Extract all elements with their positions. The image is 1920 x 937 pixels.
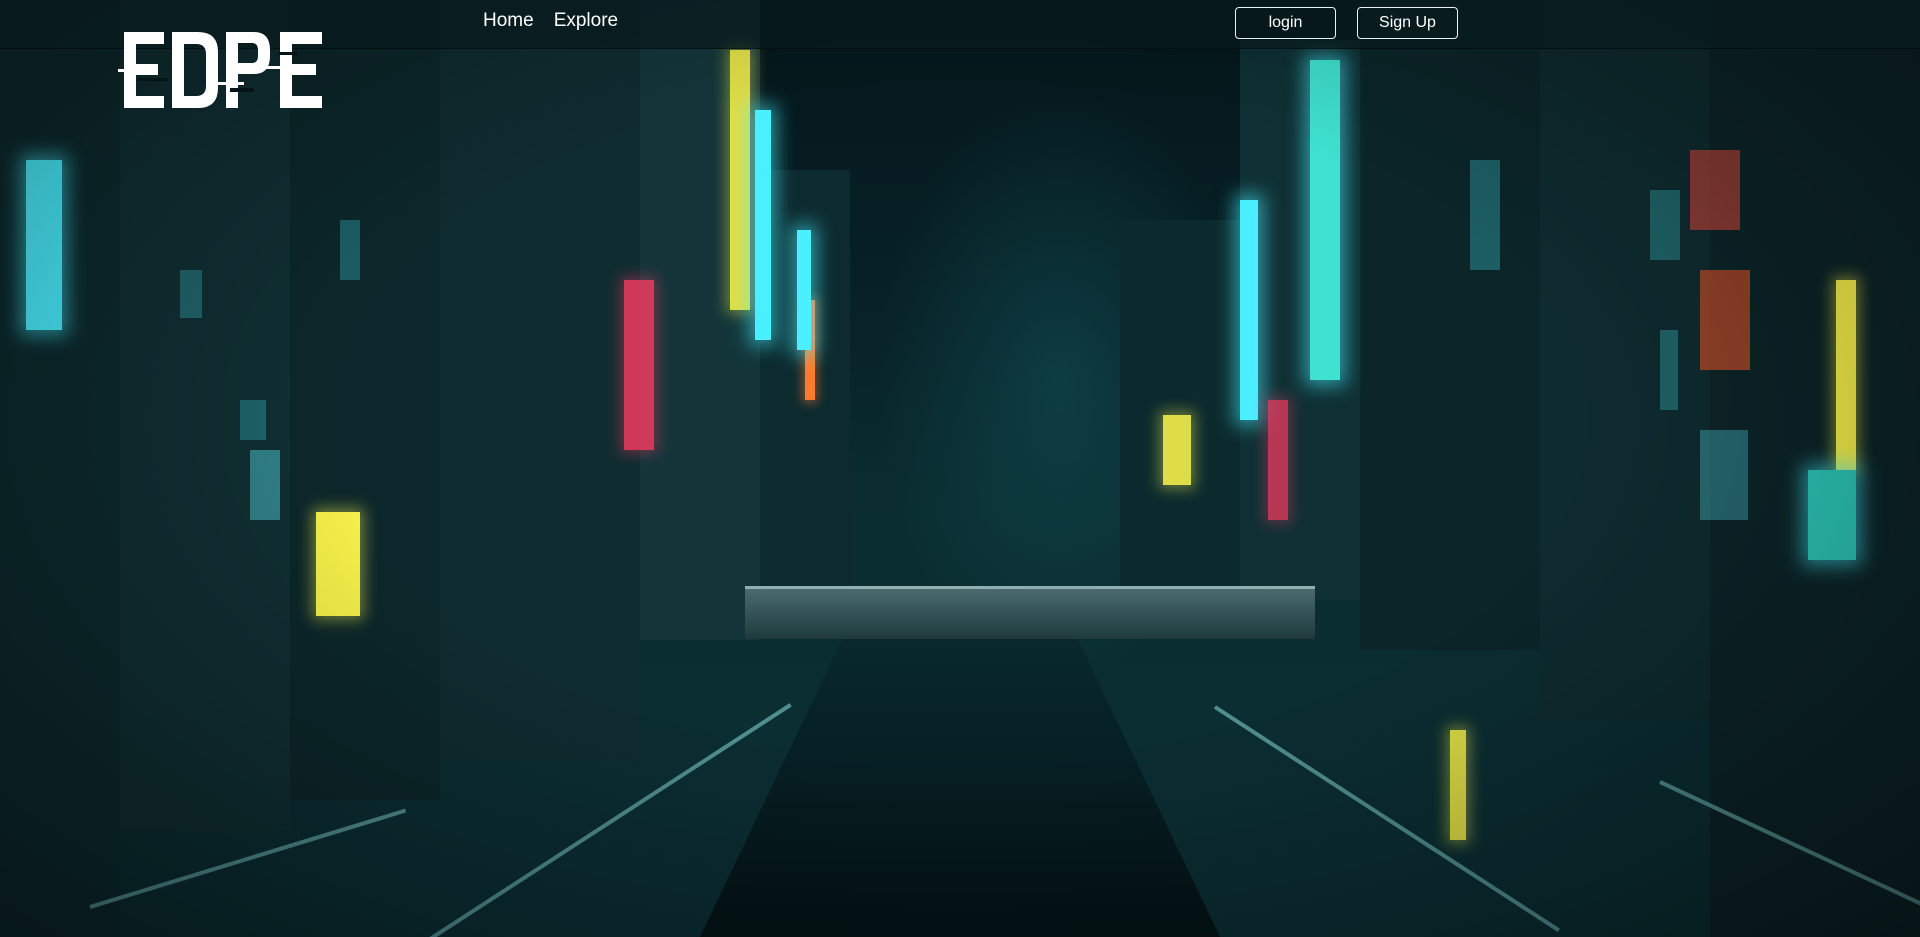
sign-up-button[interactable]: Sign Up bbox=[1357, 7, 1458, 39]
nav-home-link[interactable]: Home bbox=[483, 10, 534, 32]
login-button[interactable]: login bbox=[1235, 7, 1336, 39]
main-nav: Home Explore bbox=[483, 10, 618, 32]
page: Home Explore login Sign Up bbox=[0, 0, 1920, 937]
nav-explore-link[interactable]: Explore bbox=[554, 10, 618, 32]
site-logo[interactable] bbox=[118, 26, 332, 114]
background-image bbox=[0, 0, 1920, 937]
